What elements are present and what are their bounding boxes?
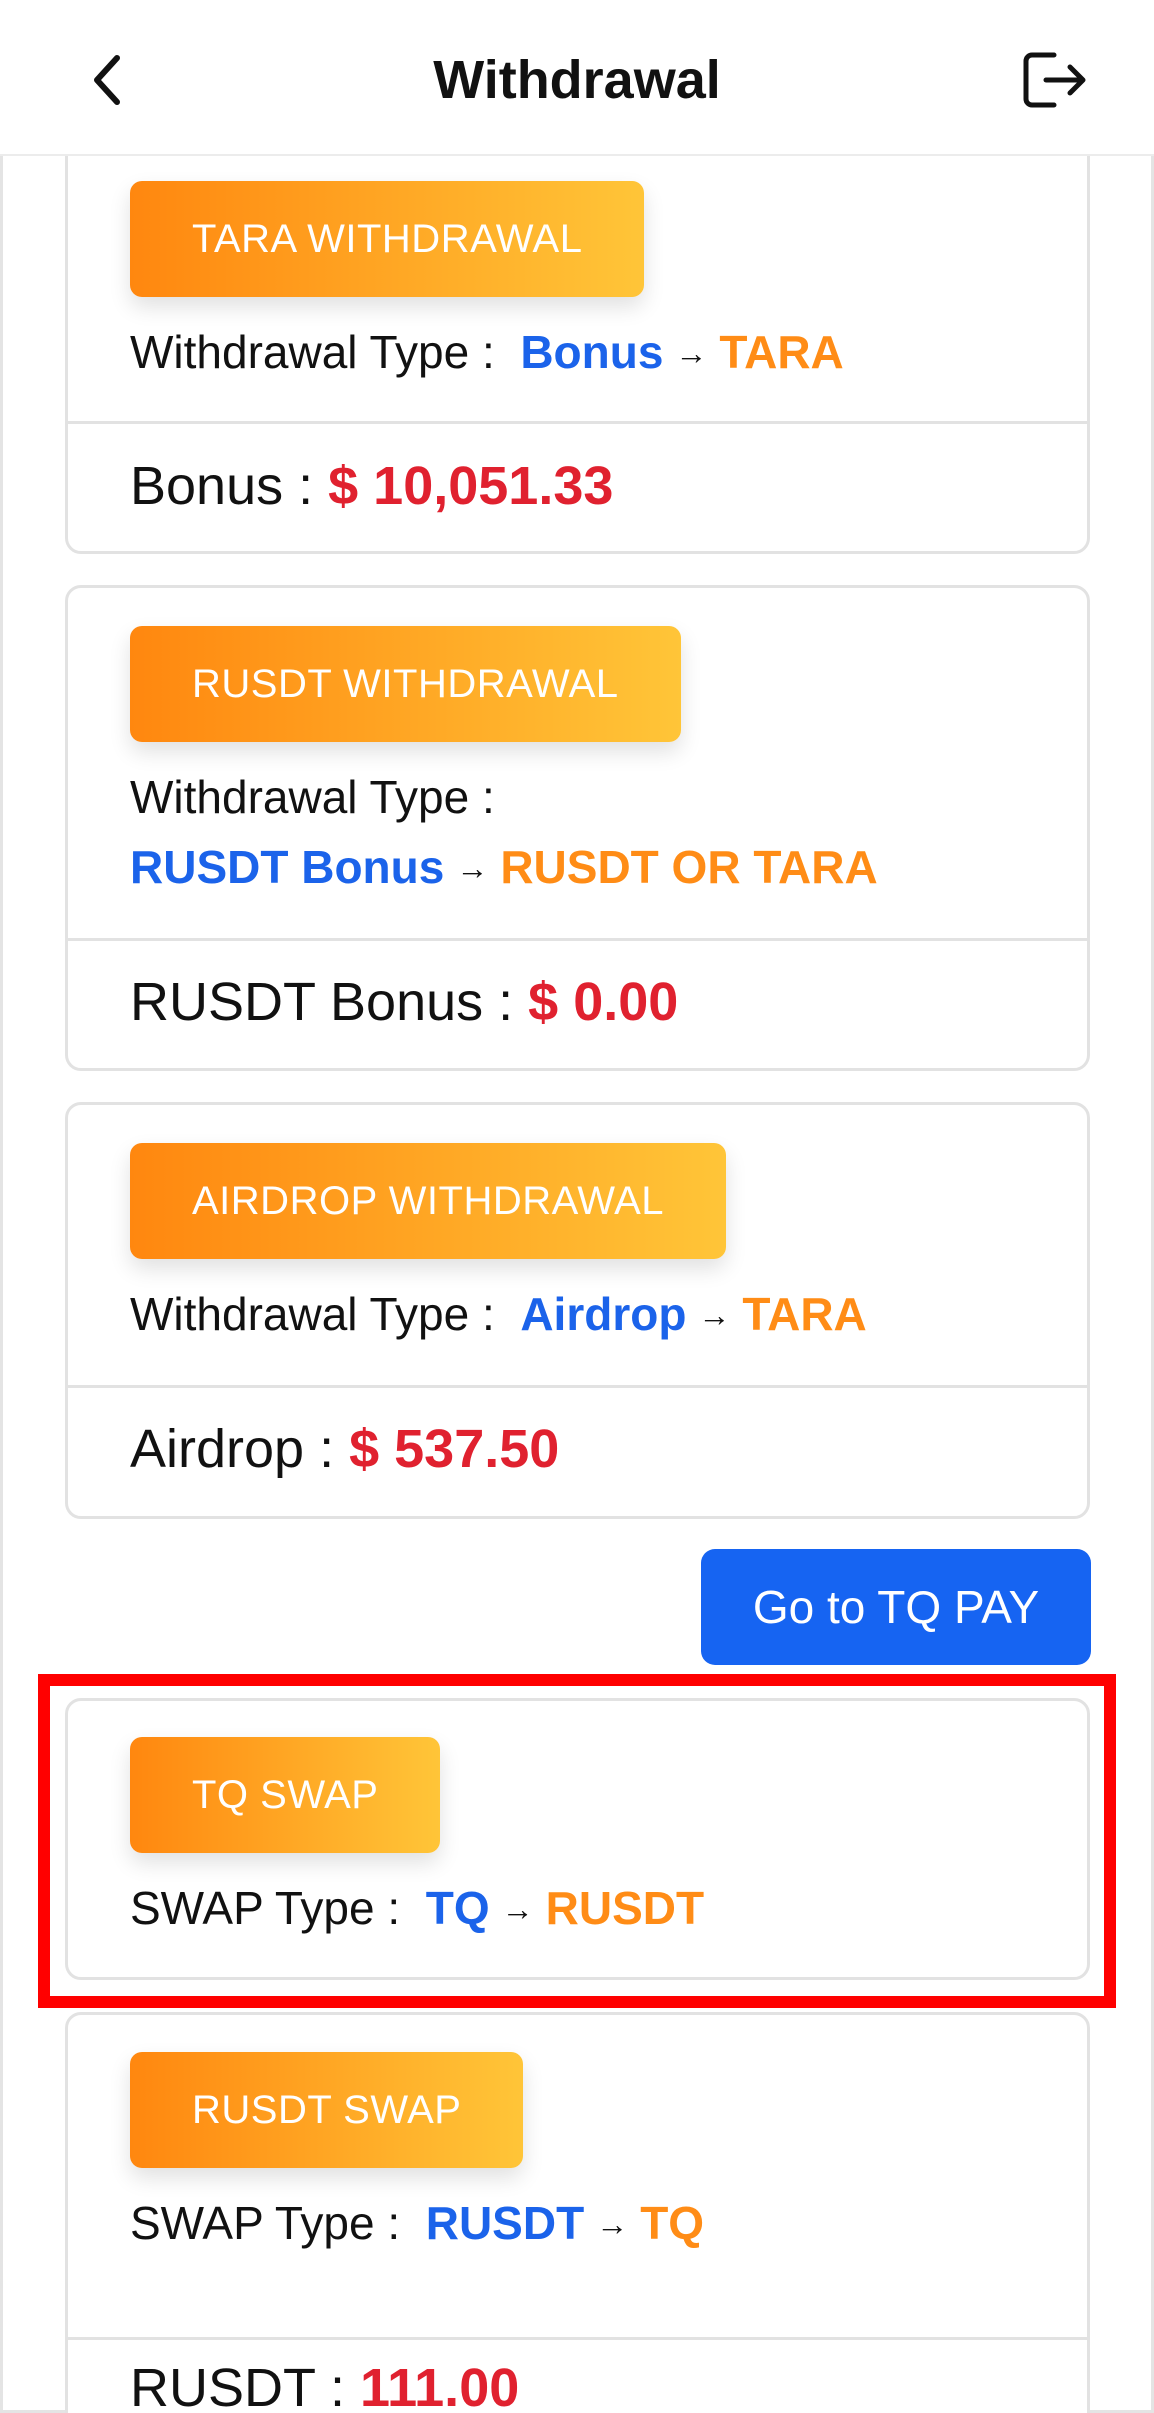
chevron-left-icon [94, 55, 120, 105]
withdrawal-from: RUSDT Bonus [130, 841, 445, 893]
back-button[interactable] [72, 40, 142, 120]
airdrop-withdrawal-badge: AIRDROP WITHDRAWAL [130, 1143, 726, 1259]
arrow-right-icon: → [501, 1891, 534, 1927]
balance-label: RUSDT : [130, 2358, 346, 2413]
balance-amount: 111.00 [360, 2358, 520, 2413]
withdrawal-type-label: Withdrawal Type : [130, 771, 495, 823]
swap-to: TQ [640, 2197, 705, 2249]
arrow-right-icon: → [596, 2206, 629, 2242]
swap-to: RUSDT [545, 1882, 705, 1934]
withdrawal-from: Airdrop [520, 1288, 687, 1340]
withdrawal-type-label: Withdrawal Type : [130, 326, 495, 378]
swap-type-label: SWAP Type : [130, 1882, 401, 1934]
logout-button[interactable] [1010, 40, 1100, 120]
bonus-balance: Bonus : $ 10,051.33 [130, 455, 613, 517]
rusdt-balance: RUSDT : 111.00 [130, 2357, 519, 2413]
card-divider [68, 938, 1087, 941]
tq-swap-card[interactable]: TQ SWAP SWAP Type : TQ → RUSDT [65, 1698, 1090, 1980]
withdrawal-type-line: Withdrawal Type : Bonus → TARA [130, 325, 844, 379]
withdrawal-from: Bonus [520, 326, 664, 378]
rusdt-swap-card[interactable]: RUSDT SWAP SWAP Type : RUSDT → TQ RUSDT : … [65, 2012, 1090, 2413]
balance-label: Airdrop : [130, 1419, 335, 1479]
withdrawal-to: TARA [742, 1288, 867, 1340]
arrow-right-icon: → [675, 335, 708, 371]
card-divider [68, 1385, 1087, 1388]
rusdt-swap-badge: RUSDT SWAP [130, 2052, 524, 2168]
rusdt-bonus-balance: RUSDT Bonus : $ 0.00 [130, 971, 678, 1033]
tq-swap-badge: TQ SWAP [130, 1737, 441, 1853]
balance-label: Bonus : [130, 456, 314, 516]
withdrawal-to: TARA [719, 326, 844, 378]
airdrop-balance: Airdrop : $ 537.50 [130, 1418, 559, 1480]
swap-from: RUSDT [425, 2197, 585, 2249]
swap-type-line: SWAP Type : TQ → RUSDT [130, 1881, 704, 1935]
go-to-tq-pay-button[interactable]: Go to TQ PAY [701, 1549, 1091, 1665]
card-divider [68, 2337, 1087, 2340]
withdrawal-type-label: Withdrawal Type : [130, 1288, 495, 1340]
withdrawal-type-line: Withdrawal Type : [130, 770, 495, 824]
swap-from: TQ [425, 1882, 490, 1934]
logout-icon [1023, 52, 1086, 108]
tara-withdrawal-card[interactable]: TARA WITHDRAWAL Withdrawal Type : Bonus →… [65, 130, 1090, 554]
balance-label: RUSDT Bonus : [130, 972, 514, 1032]
rusdt-withdrawal-badge: RUSDT WITHDRAWAL [130, 626, 681, 742]
card-divider [68, 421, 1087, 424]
arrow-right-icon: → [456, 850, 489, 886]
withdrawal-to: RUSDT OR TARA [500, 841, 878, 893]
balance-amount: $ 537.50 [349, 1419, 560, 1479]
balance-amount: $ 10,051.33 [328, 456, 614, 516]
swap-type-line: SWAP Type : RUSDT → TQ [130, 2196, 704, 2250]
tara-withdrawal-badge: TARA WITHDRAWAL [130, 181, 645, 297]
balance-amount: $ 0.00 [528, 972, 679, 1032]
withdrawal-route-line: RUSDT Bonus → RUSDT OR TARA [130, 840, 878, 894]
swap-type-label: SWAP Type : [130, 2197, 401, 2249]
app-header: Withdrawal [0, 0, 1154, 156]
airdrop-withdrawal-card[interactable]: AIRDROP WITHDRAWAL Withdrawal Type : Air… [65, 1102, 1090, 1519]
withdrawal-type-line: Withdrawal Type : Airdrop → TARA [130, 1287, 867, 1341]
rusdt-withdrawal-card[interactable]: RUSDT WITHDRAWAL Withdrawal Type : RUSDT… [65, 585, 1090, 1071]
arrow-right-icon: → [698, 1297, 731, 1333]
page-title: Withdrawal [433, 50, 721, 110]
